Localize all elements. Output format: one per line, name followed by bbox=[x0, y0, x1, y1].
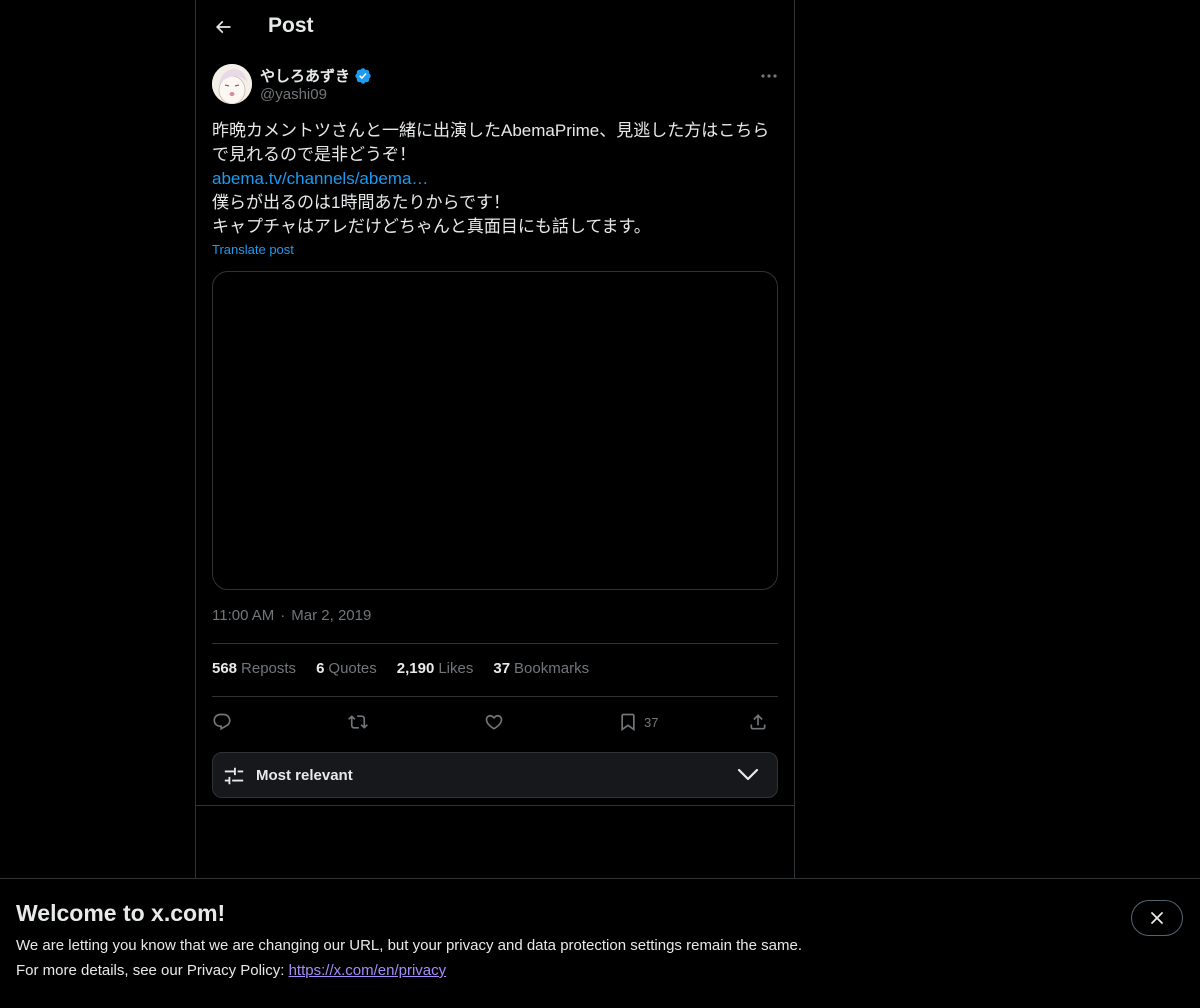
post-stats: 568 Reposts 6 Quotes 2,190 Likes 37 Book… bbox=[212, 660, 589, 677]
divider bbox=[212, 643, 778, 644]
share-button[interactable] bbox=[748, 707, 768, 737]
author-handle[interactable]: @yashi09 bbox=[260, 86, 327, 103]
author-name-text: やしろあずき bbox=[260, 68, 351, 85]
page-title: Post bbox=[268, 14, 314, 37]
stat-bookmarks[interactable]: 37 Bookmarks bbox=[493, 660, 589, 677]
post-timestamp[interactable]: 11:00 AM · Mar 2, 2019 bbox=[212, 607, 371, 624]
banner-text-prefix: For more details, see our Privacy Policy… bbox=[16, 962, 289, 979]
stat-quotes[interactable]: 6 Quotes bbox=[316, 660, 377, 677]
repost-icon bbox=[348, 715, 368, 729]
post-line: 僕らが出るのは1時間あたりからです！ bbox=[212, 193, 510, 212]
post-media[interactable] bbox=[212, 271, 778, 590]
banner-close-button[interactable] bbox=[1131, 900, 1183, 936]
stat-label: Likes bbox=[438, 660, 474, 677]
url-change-banner: Welcome to x.com! We are letting you kno… bbox=[0, 878, 1200, 1008]
translate-post-link[interactable]: Translate post bbox=[212, 242, 294, 257]
timestamp-separator: · bbox=[280, 607, 286, 624]
bookmark-count: 37 bbox=[644, 714, 659, 730]
stat-label: Reposts bbox=[241, 660, 297, 677]
banner-title: Welcome to x.com! bbox=[16, 900, 226, 926]
banner-text: We are letting you know that we are chan… bbox=[16, 937, 802, 954]
reply-icon bbox=[213, 713, 231, 731]
header: Post bbox=[196, 0, 794, 54]
bookmark-button[interactable]: 37 bbox=[618, 707, 658, 737]
close-icon bbox=[1151, 912, 1163, 924]
bookmark-icon bbox=[621, 713, 635, 732]
divider bbox=[196, 805, 794, 806]
post-date: Mar 2, 2019 bbox=[291, 607, 372, 624]
banner-text: For more details, see our Privacy Policy… bbox=[16, 962, 446, 979]
post-link[interactable]: abema.tv/channels/abema… bbox=[212, 167, 782, 191]
chevron-down-icon bbox=[737, 768, 759, 781]
back-arrow-icon bbox=[215, 20, 231, 34]
action-bar: 37 bbox=[212, 707, 778, 737]
avatar-illustration bbox=[212, 64, 252, 104]
stat-number: 6 bbox=[316, 660, 325, 677]
privacy-policy-link[interactable]: https://x.com/en/privacy bbox=[289, 962, 447, 979]
stat-number: 2,190 bbox=[396, 660, 435, 677]
stat-reposts[interactable]: 568 Reposts bbox=[212, 660, 296, 677]
stat-likes[interactable]: 2,190 Likes bbox=[397, 660, 474, 677]
stat-number: 37 bbox=[493, 660, 511, 677]
sort-replies-dropdown[interactable]: Most relevant bbox=[212, 752, 778, 798]
post-time: 11:00 AM bbox=[212, 607, 275, 624]
stat-label: Quotes bbox=[328, 660, 377, 677]
stat-number: 568 bbox=[212, 660, 238, 677]
more-icon bbox=[761, 74, 777, 78]
share-icon bbox=[750, 714, 766, 730]
post-text: 昨晩カメントツさんと一緒に出演したAbemaPrime、見逃した方はこちら で見… bbox=[212, 119, 782, 239]
more-button[interactable] bbox=[756, 66, 782, 86]
divider bbox=[212, 696, 778, 697]
post-column: Post やしろあずき @yashi09 昨晩カメントツさんと一緒に出演したAb… bbox=[195, 0, 795, 1007]
post-line: で見れるので是非どうぞ！ bbox=[212, 145, 416, 164]
like-button[interactable] bbox=[484, 707, 504, 737]
post-line: 昨晩カメントツさんと一緒に出演したAbemaPrime、見逃した方はこちら bbox=[212, 121, 770, 140]
stat-label: Bookmarks bbox=[514, 660, 590, 677]
verified-badge-icon bbox=[355, 67, 371, 84]
post-line: キャプチャはアレだけどちゃんと真面目にも話してます。 bbox=[212, 217, 651, 236]
like-icon bbox=[485, 714, 503, 730]
reply-button[interactable] bbox=[212, 707, 232, 737]
author-name[interactable]: やしろあずき bbox=[260, 65, 372, 86]
back-button[interactable] bbox=[208, 12, 238, 42]
sort-label: Most relevant bbox=[256, 767, 353, 784]
repost-button[interactable] bbox=[348, 707, 368, 737]
filter-icon bbox=[224, 767, 244, 785]
avatar[interactable] bbox=[212, 64, 252, 104]
